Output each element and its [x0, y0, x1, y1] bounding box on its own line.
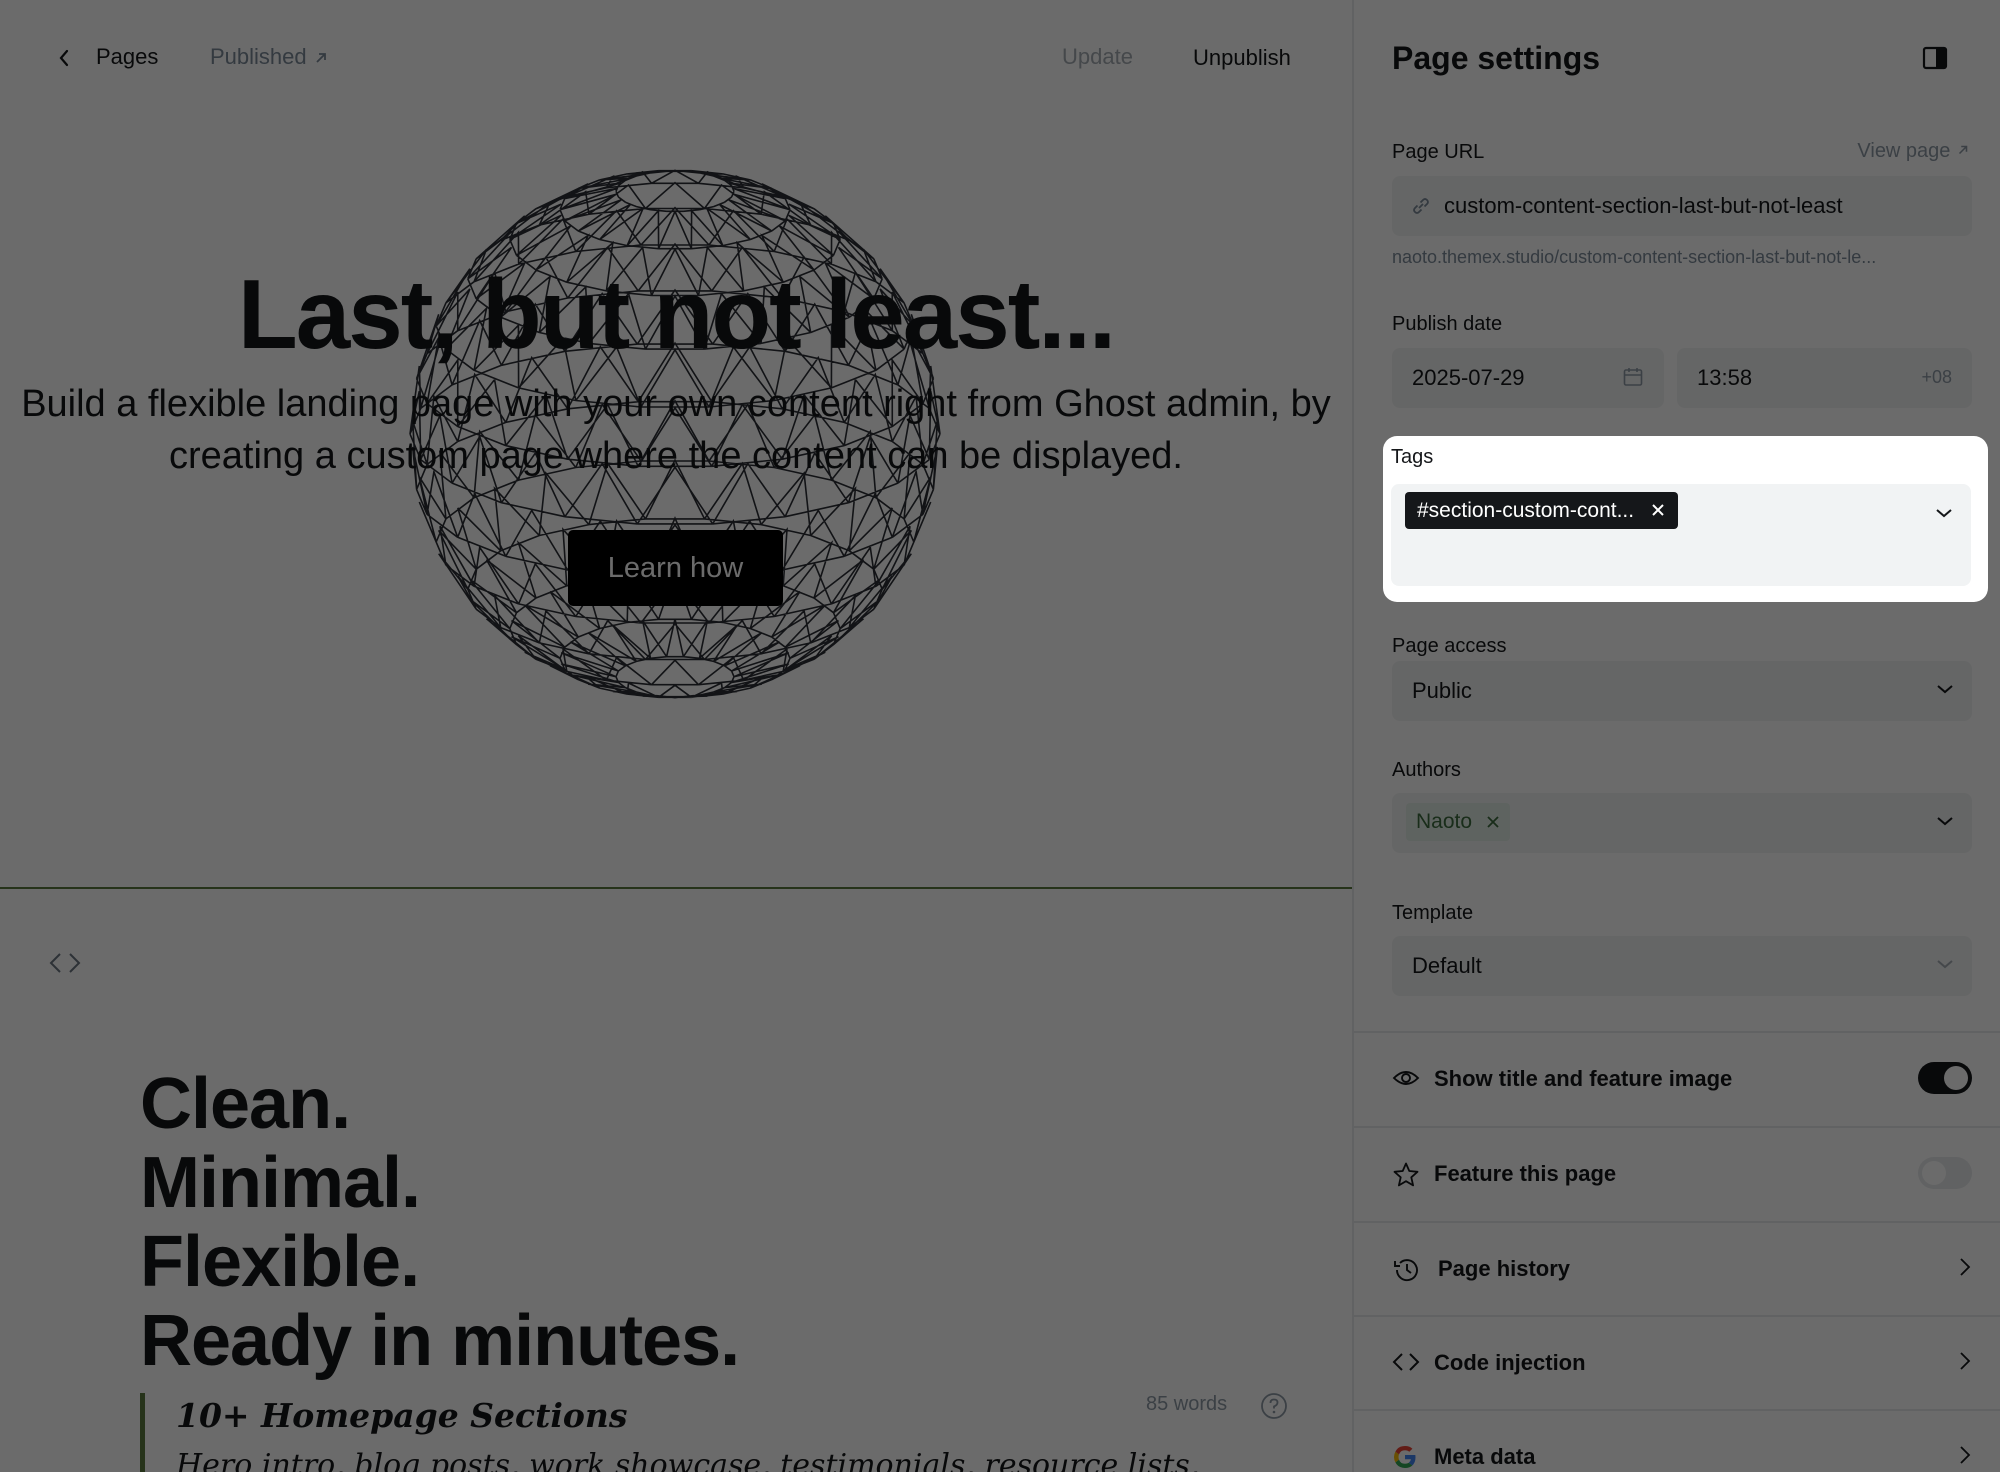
update-button[interactable]: Update	[1062, 44, 1133, 70]
code-icon	[1392, 1353, 1420, 1371]
authors-label: Authors	[1392, 759, 1461, 781]
tags-input[interactable]: #section-custom-cont...	[1391, 484, 1971, 586]
page-history-row[interactable]: Page history	[1354, 1222, 2000, 1316]
template-value: Default	[1412, 953, 1482, 978]
close-icon[interactable]	[1486, 815, 1500, 829]
page-access-select[interactable]: Public	[1392, 661, 1972, 721]
chevron-down-icon	[1937, 960, 1953, 969]
tag-chip[interactable]: #section-custom-cont...	[1405, 492, 1679, 529]
hero-divider	[0, 887, 1352, 889]
page-access-value: Public	[1412, 678, 1472, 703]
code-injection-label: Code injection	[1434, 1350, 1586, 1375]
toggle-knob	[1944, 1066, 1968, 1090]
hero-title: Last, but not least...	[237, 259, 1116, 369]
star-icon	[1393, 1162, 1419, 1187]
chevron-down-icon	[1937, 685, 1953, 694]
quote-bar	[140, 1393, 145, 1472]
headline-line: Ready in minutes.	[140, 1301, 740, 1381]
code-injection-row[interactable]: Code injection	[1354, 1316, 2000, 1410]
timezone-label: +08	[1921, 367, 1952, 387]
chevron-right-icon	[1960, 1352, 1971, 1370]
page-access-label: Page access	[1392, 635, 1507, 657]
feature-page-toggle[interactable]	[1918, 1157, 1972, 1189]
tags-label: Tags	[1391, 446, 1434, 468]
quote-title[interactable]: 10+ Homepage Sections	[176, 1396, 627, 1435]
chevron-right-icon	[1960, 1258, 1971, 1276]
author-chip-label: Naoto	[1416, 810, 1473, 833]
page-url-value: custom-content-section-last-but-not-leas…	[1444, 193, 1843, 218]
page-history-label: Page history	[1438, 1256, 1571, 1281]
tag-chip-label: #section-custom-cont...	[1417, 499, 1635, 522]
page-url-label: Page URL	[1392, 141, 1485, 163]
panel-title: Page settings	[1392, 40, 1601, 76]
publish-status-link[interactable]: Published	[210, 44, 329, 70]
meta-data-row[interactable]: Meta data	[1354, 1410, 2000, 1472]
feature-page-row[interactable]: Feature this page	[1354, 1127, 2000, 1221]
page-url-input[interactable]: custom-content-section-last-but-not-leas…	[1392, 176, 1972, 236]
close-icon[interactable]	[1650, 502, 1666, 518]
toggle-knob	[1922, 1161, 1946, 1185]
show-title-row[interactable]: Show title and feature image	[1354, 1032, 2000, 1126]
chevron-down-icon[interactable]	[1935, 507, 1953, 519]
show-title-toggle[interactable]	[1918, 1062, 1972, 1094]
feature-page-label: Feature this page	[1434, 1161, 1617, 1186]
hero-subtitle: Build a flexible landing page with your …	[21, 383, 1331, 477]
publish-status-label: Published	[210, 44, 307, 69]
show-title-label: Show title and feature image	[1434, 1066, 1733, 1091]
code-icon[interactable]	[48, 950, 82, 976]
unpublish-button[interactable]: Unpublish	[1193, 45, 1291, 71]
back-to-pages-link[interactable]: Pages	[96, 44, 158, 70]
publish-date-label: Publish date	[1392, 313, 1503, 335]
editor-topbar: Pages Published Update Unpublish	[0, 0, 1352, 116]
learn-how-button[interactable]: Learn how	[568, 530, 783, 606]
arrow-up-right-icon	[316, 53, 326, 63]
link-icon	[1413, 198, 1429, 214]
page-url-hint: naoto.themex.studio/custom-content-secti…	[1392, 247, 1877, 267]
template-label: Template	[1392, 902, 1474, 924]
view-page-label: View page	[1857, 140, 1951, 162]
arrow-up-right-icon	[1958, 145, 1968, 155]
meta-data-label: Meta data	[1434, 1444, 1536, 1469]
quote-text[interactable]: Hero intro, blog posts, work showcase, t…	[176, 1448, 1199, 1472]
chevron-down-icon	[1937, 817, 1953, 826]
author-chip[interactable]: Naoto	[1406, 803, 1511, 841]
chevron-left-icon[interactable]	[56, 48, 72, 68]
view-page-link[interactable]: View page	[1857, 140, 1970, 163]
word-count: 85 words	[1146, 1393, 1228, 1415]
authors-select[interactable]: Naoto	[1392, 793, 1972, 853]
hero-section[interactable]: Last, but not least... Build a flexible …	[0, 116, 1352, 888]
page-settings-panel: Page settings Page URL View page custom-…	[1352, 0, 2000, 1472]
publish-time-value: 13:58	[1697, 365, 1753, 390]
eye-icon	[1392, 1071, 1420, 1085]
tags-field-highlight: Tags #section-custom-cont...	[1383, 436, 1988, 602]
publish-date-value: 2025-07-29	[1412, 365, 1525, 390]
calendar-icon[interactable]	[1622, 366, 1644, 388]
history-icon	[1394, 1259, 1418, 1282]
headline-line: Flexible.	[140, 1222, 420, 1302]
chevron-right-icon	[1960, 1446, 1971, 1464]
template-select[interactable]: Default	[1392, 936, 1972, 996]
headline-line: Clean.	[140, 1064, 351, 1144]
sidebar-toggle-icon[interactable]	[1922, 46, 1948, 70]
headline-block[interactable]: Clean. Minimal. Flexible. Ready in minut…	[140, 1064, 740, 1381]
google-icon	[1394, 1446, 1416, 1468]
publish-time-input[interactable]: 13:58 +08	[1677, 348, 1972, 408]
publish-date-input[interactable]: 2025-07-29	[1392, 348, 1664, 408]
help-icon[interactable]	[1260, 1392, 1288, 1420]
editor-canvas: Pages Published Update Unpublish Last, b…	[0, 0, 1352, 1472]
headline-line: Minimal.	[140, 1143, 421, 1223]
